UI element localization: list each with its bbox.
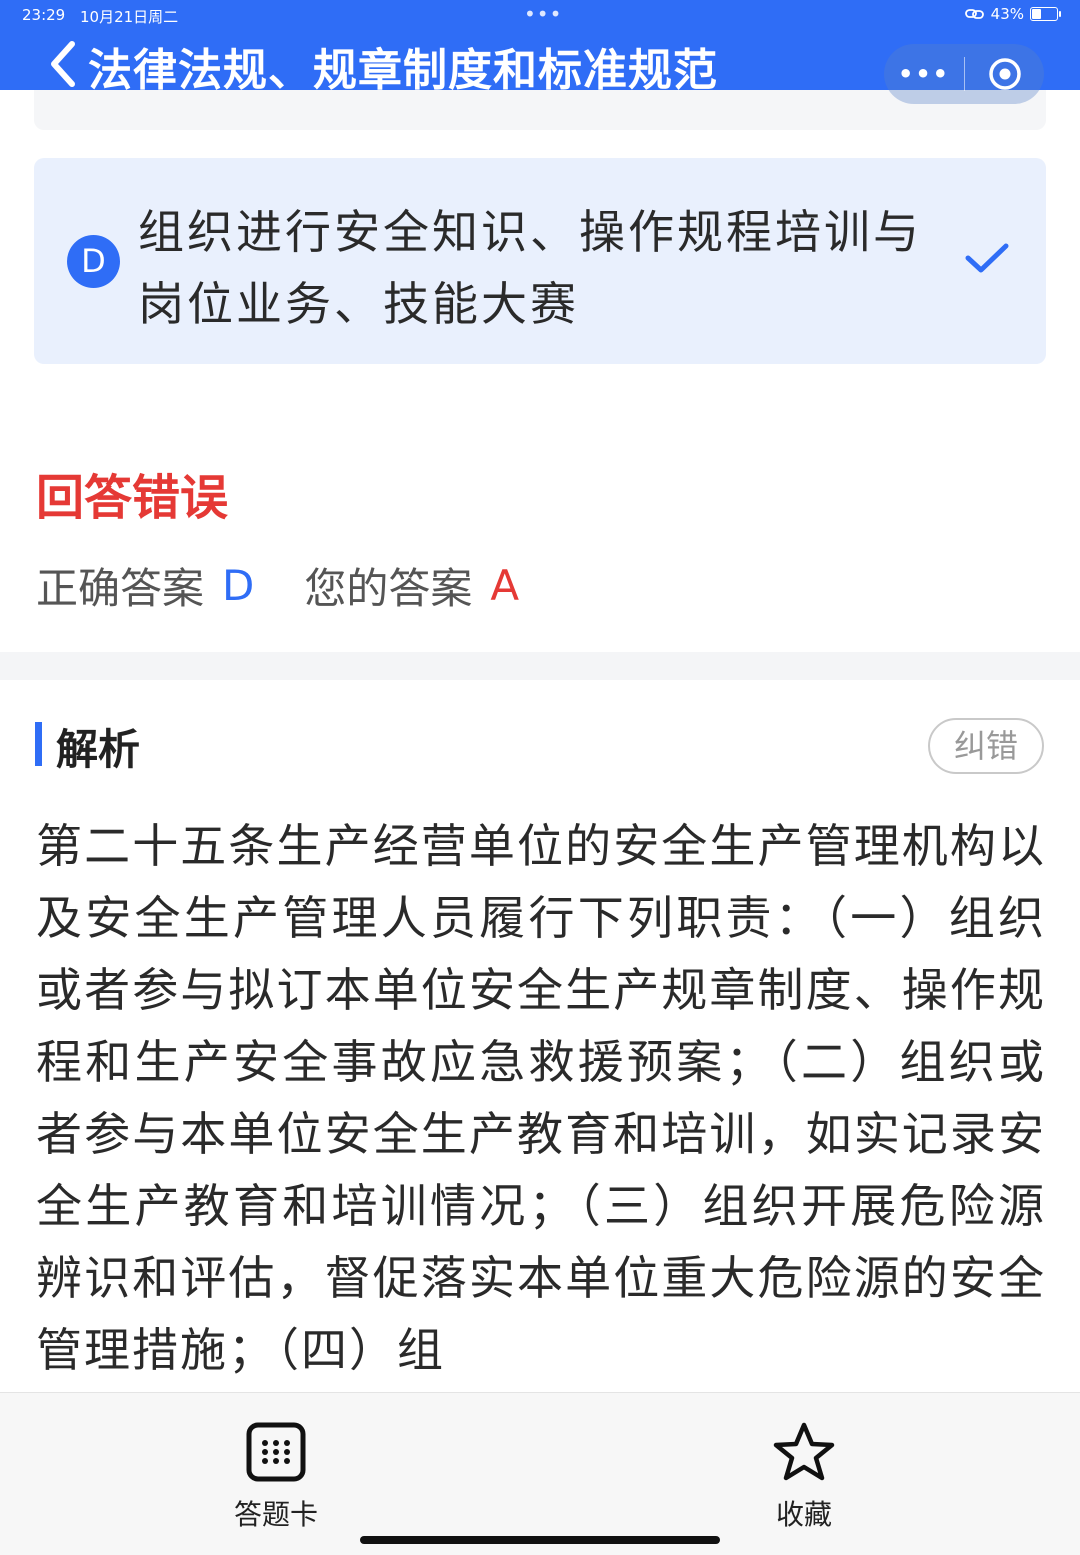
favorite-tab[interactable]: 收藏: [734, 1421, 874, 1533]
close-mini-program-button[interactable]: [965, 56, 1044, 92]
status-time: 23:29: [22, 6, 66, 24]
more-button[interactable]: •••: [884, 60, 964, 88]
bottom-toolbar: 答题卡 收藏: [0, 1392, 1080, 1555]
answer-card-label: 答题卡: [233, 1498, 318, 1531]
analysis-accent-bar: [35, 722, 42, 766]
answer-summary: 正确答案 D 您的答案 A: [36, 555, 519, 616]
mini-program-capsule: •••: [884, 44, 1044, 104]
status-multitask-dots[interactable]: •••: [524, 2, 562, 26]
correct-answer-label: 正确答案: [36, 564, 205, 613]
answer-card-tab[interactable]: 答题卡: [206, 1421, 346, 1533]
page-title: 法律法规、规章制度和标准规范: [88, 45, 718, 96]
battery-percent: 43%: [990, 5, 1024, 23]
analysis-text: 第二十五条生产经营单位的安全生产管理机构以及安全生产管理人员履行下列职责：（一）…: [36, 819, 1046, 1377]
back-icon[interactable]: [46, 38, 86, 88]
check-icon: [965, 243, 1009, 273]
option-letter-badge: D: [67, 235, 120, 288]
status-date: 10月21日周二: [80, 8, 179, 26]
status-right: 43%: [964, 5, 1061, 23]
favorite-label: 收藏: [775, 1498, 832, 1531]
home-indicator[interactable]: [360, 1536, 720, 1544]
battery-icon: [1030, 7, 1061, 21]
option-d-card[interactable]: D 组织进行安全知识、操作规程培训与岗位业务、技能大赛: [34, 158, 1046, 364]
option-text: 组织进行安全知识、操作规程培训与岗位业务、技能大赛: [138, 205, 922, 331]
report-error-button[interactable]: 纠错: [928, 718, 1044, 774]
target-close-icon: [988, 58, 1021, 90]
answer-card-grid-icon: [246, 1422, 306, 1482]
star-icon: [773, 1422, 835, 1481]
your-answer-label: 您的答案: [304, 564, 473, 613]
result-title: 回答错误: [36, 470, 229, 526]
your-answer-letter: A: [490, 561, 520, 610]
section-divider: [0, 652, 1080, 680]
analysis-title: 解析: [56, 725, 141, 774]
correct-answer-letter: D: [222, 561, 255, 610]
wifi-link-icon: [964, 9, 984, 19]
battery-level: [1032, 9, 1042, 19]
